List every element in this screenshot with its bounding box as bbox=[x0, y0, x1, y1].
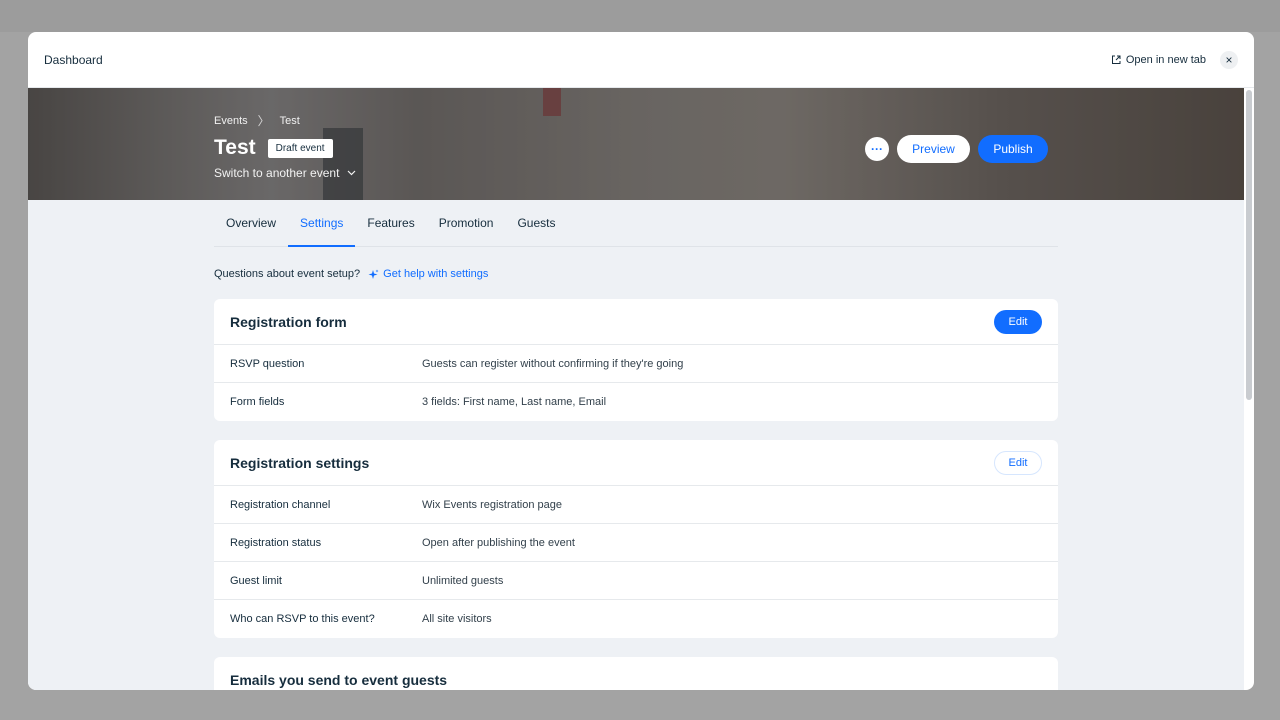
modal-header-actions: Open in new tab × bbox=[1111, 50, 1238, 69]
tab-settings[interactable]: Settings bbox=[288, 200, 356, 247]
list-item: Registration channel Wix Events registra… bbox=[214, 486, 1058, 524]
row-value: Unlimited guests bbox=[422, 574, 504, 587]
row-value: 3 fields: First name, Last name, Email bbox=[422, 396, 607, 408]
breadcrumb: Events 〉 Test bbox=[214, 112, 300, 129]
registration-settings-card: Registration settings Edit Registration … bbox=[214, 440, 1058, 638]
list-item: Who can RSVP to this event? All site vis… bbox=[214, 600, 1058, 638]
modal-content[interactable]: Events 〉 Test Test Draft event Switch to… bbox=[28, 88, 1244, 690]
chevron-right-icon: 〉 bbox=[257, 114, 270, 128]
row-value: Open after publishing the event bbox=[422, 536, 575, 549]
list-item: RSVP question Guests can register withou… bbox=[214, 345, 1058, 383]
sparkle-icon bbox=[368, 269, 379, 279]
list-item: Form fields 3 fields: First name, Last n… bbox=[214, 383, 1058, 421]
card-header: Registration form Edit bbox=[214, 299, 1058, 345]
tab-guests[interactable]: Guests bbox=[505, 200, 567, 246]
edit-registration-form-button[interactable]: Edit bbox=[994, 309, 1042, 334]
more-actions-button[interactable]: ··· bbox=[865, 137, 889, 161]
open-in-new-tab-label: Open in new tab bbox=[1125, 53, 1206, 66]
list-item: Registration status Open after publishin… bbox=[214, 524, 1058, 562]
edit-registration-settings-button[interactable]: Edit bbox=[994, 450, 1042, 475]
tab-promotion[interactable]: Promotion bbox=[427, 200, 506, 246]
event-tabs: Overview Settings Features Promotion Gue… bbox=[214, 200, 1058, 247]
settings-content: Overview Settings Features Promotion Gue… bbox=[214, 200, 1058, 690]
close-icon: × bbox=[1225, 52, 1233, 67]
event-hero: Events 〉 Test Test Draft event Switch to… bbox=[28, 88, 1244, 200]
breadcrumb-current: Test bbox=[279, 114, 300, 127]
help-row: Questions about event setup? Get help wi… bbox=[214, 268, 1058, 280]
preview-button[interactable]: Preview bbox=[897, 135, 970, 163]
close-button[interactable]: × bbox=[1220, 50, 1238, 69]
help-link[interactable]: Get help with settings bbox=[368, 268, 488, 280]
tab-features[interactable]: Features bbox=[355, 200, 426, 246]
card-title: Registration settings bbox=[230, 454, 370, 471]
row-label: Form fields bbox=[230, 396, 285, 408]
open-in-new-tab-link[interactable]: Open in new tab bbox=[1111, 54, 1206, 66]
modal-title: Dashboard bbox=[44, 52, 103, 67]
row-value: Guests can register without confirming i… bbox=[422, 357, 684, 370]
row-label: RSVP question bbox=[230, 357, 305, 370]
publish-button[interactable]: Publish bbox=[978, 135, 1048, 163]
hero-inner: Events 〉 Test Test Draft event Switch to… bbox=[214, 88, 1048, 200]
modal-header: Dashboard Open in new tab × bbox=[28, 32, 1254, 88]
card-header: Emails you send to event guests bbox=[214, 657, 1058, 690]
event-title: Test bbox=[214, 136, 256, 159]
switch-event-dropdown[interactable]: Switch to another event bbox=[214, 166, 356, 180]
status-badge: Draft event bbox=[267, 138, 333, 158]
row-label: Registration channel bbox=[230, 498, 331, 511]
list-item: Guest limit Unlimited guests bbox=[214, 562, 1058, 600]
breadcrumb-events[interactable]: Events bbox=[214, 115, 248, 127]
help-link-label: Get help with settings bbox=[383, 268, 489, 280]
external-link-icon bbox=[1111, 55, 1121, 64]
help-question: Questions about event setup? bbox=[214, 268, 361, 280]
row-label: Who can RSVP to this event? bbox=[230, 613, 375, 625]
row-label: Guest limit bbox=[230, 574, 282, 587]
row-value: All site visitors bbox=[422, 613, 492, 625]
row-label: Registration status bbox=[230, 536, 322, 549]
guest-emails-card: Emails you send to event guests bbox=[214, 657, 1058, 690]
card-header: Registration settings Edit bbox=[214, 440, 1058, 486]
tab-overview[interactable]: Overview bbox=[214, 200, 288, 246]
more-icon: ··· bbox=[871, 142, 883, 156]
switch-event-label: Switch to another event bbox=[214, 166, 340, 180]
event-title-row: Test Draft event bbox=[214, 136, 333, 160]
card-title: Emails you send to event guests bbox=[230, 672, 448, 688]
registration-form-card: Registration form Edit RSVP question Gue… bbox=[214, 299, 1058, 421]
chevron-down-icon bbox=[347, 170, 356, 176]
row-value: Wix Events registration page bbox=[422, 498, 563, 511]
hero-actions: ··· Preview Publish bbox=[865, 135, 1048, 163]
dashboard-modal: Dashboard Open in new tab × Events 〉 Tes… bbox=[28, 32, 1254, 690]
backdrop-topbar bbox=[0, 0, 1280, 32]
card-title: Registration form bbox=[230, 313, 347, 330]
scrollbar[interactable] bbox=[1246, 90, 1252, 400]
